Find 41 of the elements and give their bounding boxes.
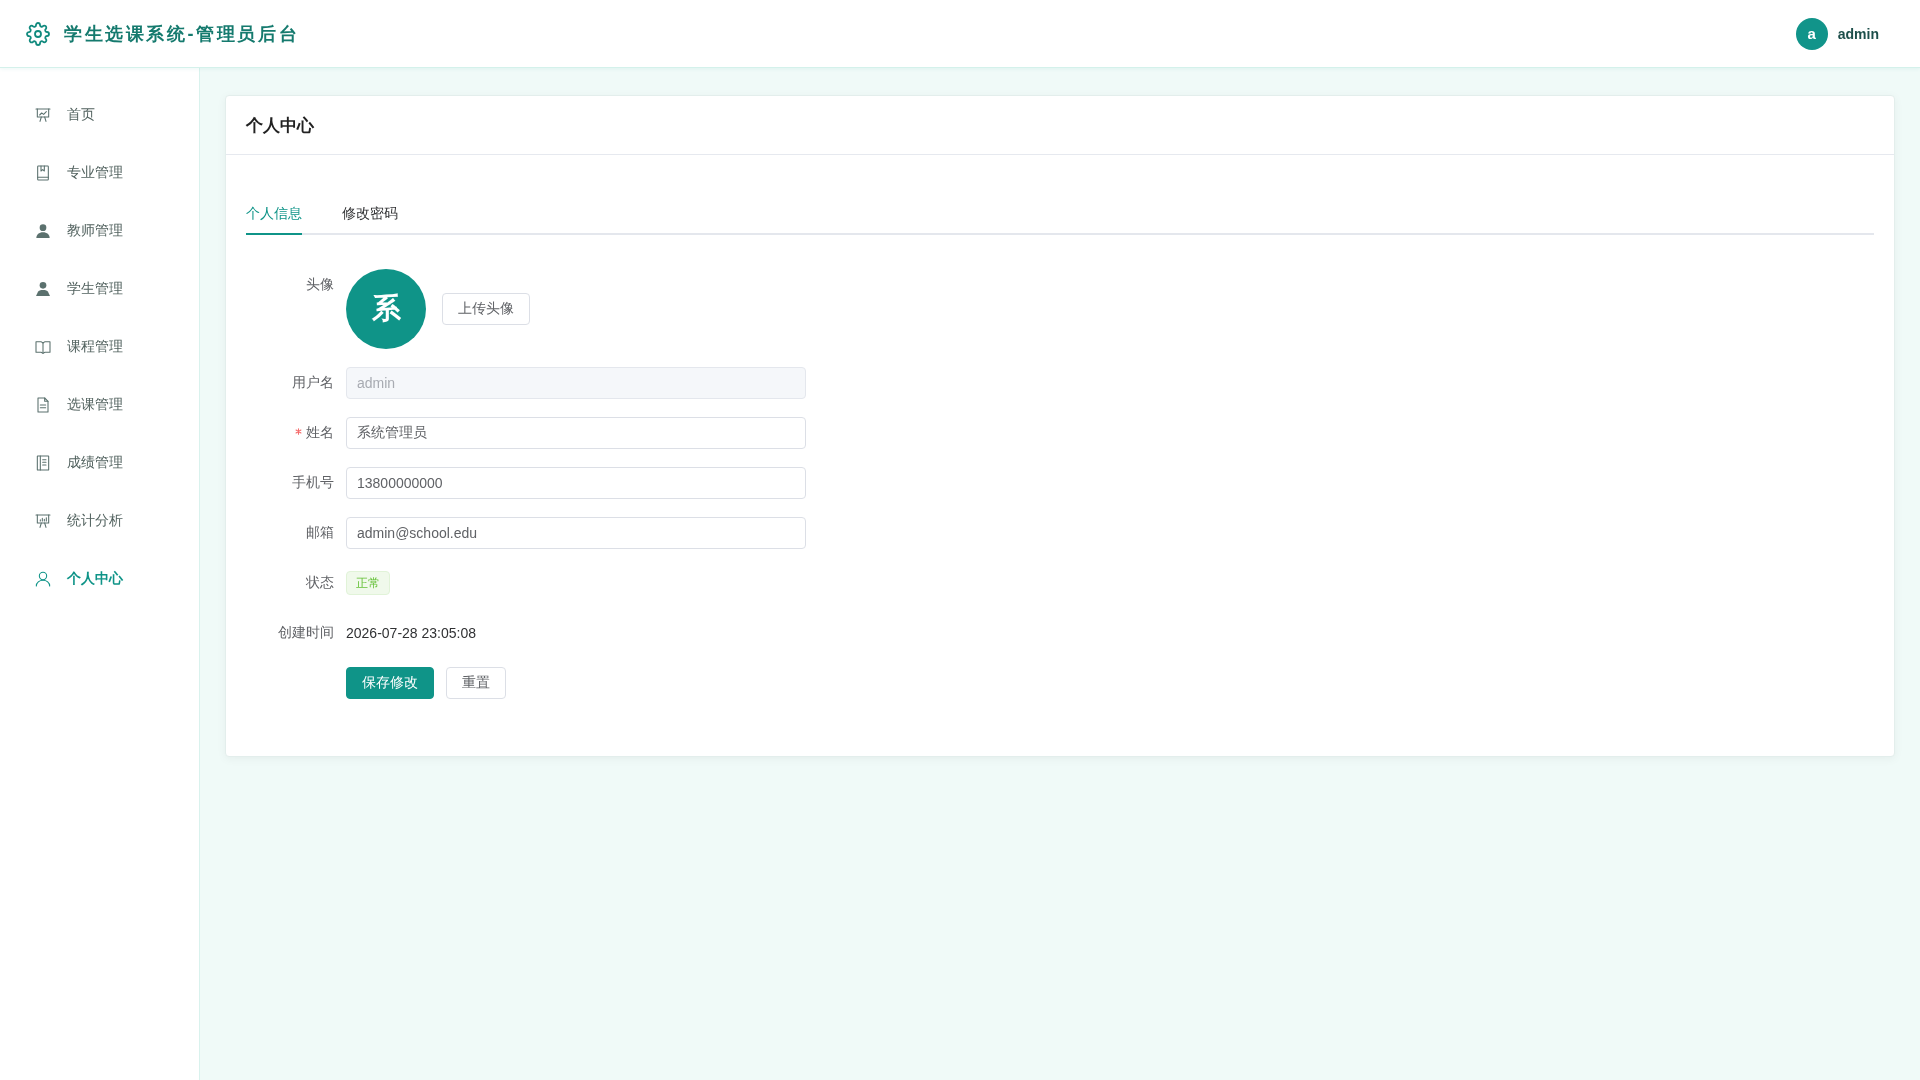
sidebar-item[interactable]: 学生管理 xyxy=(35,273,123,305)
open-book-icon xyxy=(35,339,51,355)
upload-button[interactable]: 上传头像 xyxy=(442,293,530,325)
tab[interactable]: 修改密码 xyxy=(342,193,398,235)
text-field[interactable]: 13800000000 xyxy=(346,467,806,499)
field-label: 头像 xyxy=(306,276,334,294)
field-label: 用户名 xyxy=(292,374,334,392)
user-outline-icon xyxy=(35,571,51,587)
sidebar-item[interactable]: 个人中心 xyxy=(35,563,123,595)
notebook-icon xyxy=(35,455,51,471)
save-button[interactable]: 保存修改 xyxy=(346,667,434,699)
page-title: 个人中心 xyxy=(246,114,314,137)
sidebar-item[interactable]: 专业管理 xyxy=(35,157,123,189)
field-label: 状态 xyxy=(306,574,334,592)
sidebar-item[interactable]: 统计分析 xyxy=(35,505,123,537)
user-icon xyxy=(35,281,51,297)
field-label: 邮箱 xyxy=(306,524,334,542)
presentation-bars-icon xyxy=(35,513,51,529)
sidebar-item[interactable]: 选课管理 xyxy=(35,389,123,421)
field-label: 手机号 xyxy=(292,474,334,492)
book-icon xyxy=(35,165,51,181)
created-time: 2026-07-28 23:05:08 xyxy=(346,624,476,643)
sidebar-item[interactable]: 教师管理 xyxy=(35,215,123,247)
sidebar-item[interactable]: 成绩管理 xyxy=(35,447,123,479)
avatar: 系 xyxy=(346,269,426,349)
document-icon xyxy=(35,397,51,413)
sidebar-item[interactable]: 首页 xyxy=(35,99,95,131)
presentation-chart-icon xyxy=(35,107,51,123)
field-label: 创建时间 xyxy=(278,624,334,642)
user-icon xyxy=(35,223,51,239)
app-title: 学生选课系统-管理员后台 xyxy=(64,22,300,46)
sidebar-item[interactable]: 课程管理 xyxy=(35,331,123,363)
user-avatar[interactable]: a xyxy=(1795,17,1828,50)
settings-icon xyxy=(26,21,50,46)
text-field[interactable]: admin@school.edu xyxy=(346,517,806,549)
tab[interactable]: 个人信息 xyxy=(246,193,302,235)
status-tag: 正常 xyxy=(346,571,390,595)
text-field[interactable]: 系统管理员 xyxy=(346,417,806,449)
field-label: 姓名 xyxy=(306,424,334,442)
reset-button[interactable]: 重置 xyxy=(446,667,506,699)
user-name[interactable]: admin xyxy=(1837,25,1879,42)
